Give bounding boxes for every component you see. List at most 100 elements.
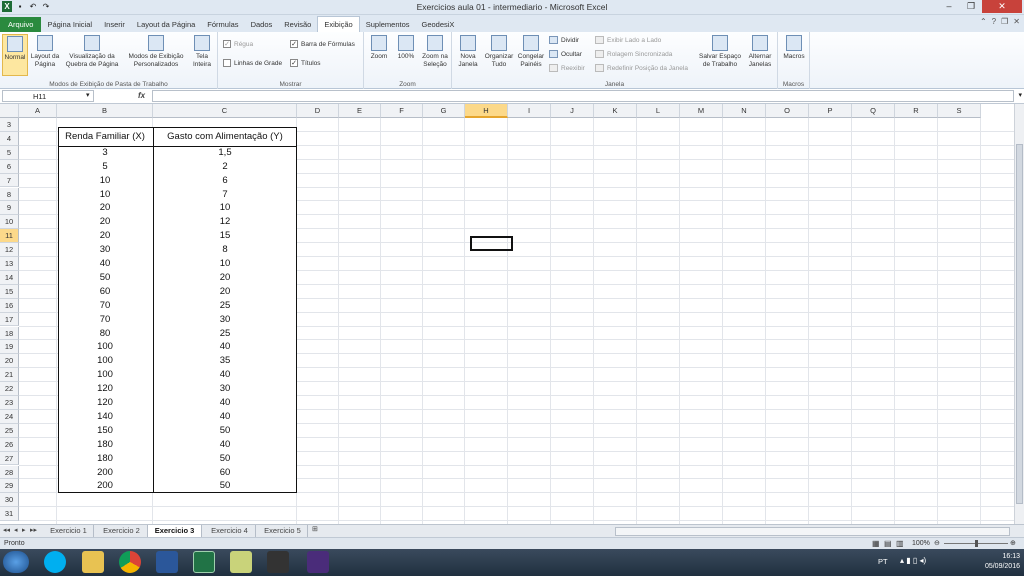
zoom-button[interactable]: Zoom: [368, 34, 390, 61]
name-box-dropdown-icon[interactable]: ▾: [86, 91, 90, 99]
view-layout-icon[interactable]: ▤: [884, 539, 892, 548]
sheet-tab-exercicio-5[interactable]: Exercicio 5: [258, 525, 308, 537]
side-by-side-button[interactable]: Exibir Lado a Lado: [595, 36, 661, 44]
tab-arquivo[interactable]: Arquivo: [0, 17, 42, 32]
normal-view-button[interactable]: Normal: [2, 34, 28, 76]
tray-icons[interactable]: ▴ ▮ ▯ ◂): [900, 556, 926, 565]
row-header-27[interactable]: 27: [0, 451, 19, 466]
view-normal-icon[interactable]: ▦: [872, 539, 880, 548]
chrome-icon[interactable]: [119, 551, 141, 573]
row-header-23[interactable]: 23: [0, 396, 19, 410]
zoom-in-icon[interactable]: ⊕: [1010, 539, 1016, 547]
zoom-slider-thumb[interactable]: [975, 540, 978, 547]
row-header-22[interactable]: 22: [0, 382, 19, 396]
row-header-28[interactable]: 28: [0, 465, 19, 480]
row-header-17[interactable]: 17: [0, 312, 19, 327]
last-sheet-icon[interactable]: ▸▸: [30, 526, 37, 534]
excel-taskbar-icon[interactable]: [193, 551, 215, 573]
help-icon[interactable]: ?: [992, 17, 996, 26]
row-header-31[interactable]: 31: [0, 507, 19, 522]
headings-checkbox[interactable]: ✓ Títulos: [290, 59, 321, 67]
column-header-f[interactable]: F: [381, 104, 423, 118]
formula-input[interactable]: [152, 90, 1014, 102]
zoom-to-selection-button[interactable]: Zoom na Seleção: [420, 34, 450, 68]
column-header-p[interactable]: P: [809, 104, 852, 118]
row-header-10[interactable]: 10: [0, 215, 19, 230]
maximize-icon[interactable]: ❐: [960, 0, 982, 13]
row-header-20[interactable]: 20: [0, 354, 19, 369]
app-icon[interactable]: [267, 551, 289, 573]
split-button[interactable]: Dividir: [549, 36, 579, 44]
language-indicator[interactable]: PT: [878, 557, 888, 566]
row-header-24[interactable]: 24: [0, 409, 19, 424]
row-header-9[interactable]: 9: [0, 201, 19, 216]
row-header-8[interactable]: 8: [0, 187, 19, 202]
prev-sheet-icon[interactable]: ◂: [14, 526, 18, 534]
texmaker-icon[interactable]: [307, 551, 329, 573]
switch-windows-button[interactable]: Alternar Janelas: [745, 34, 775, 68]
row-header-14[interactable]: 14: [0, 270, 19, 285]
freeze-panes-button[interactable]: Congelar Painéis: [516, 34, 546, 68]
sheet-tab-exercicio-3[interactable]: Exercicio 3: [148, 525, 202, 537]
sheet-tab-exercicio-2[interactable]: Exercicio 2: [96, 525, 148, 537]
tab-formulas[interactable]: Fórmulas: [201, 17, 244, 32]
word-icon[interactable]: [156, 551, 178, 573]
column-header-g[interactable]: G: [423, 104, 465, 118]
minimize-ribbon-icon[interactable]: ⌃: [980, 17, 987, 26]
row-header-5[interactable]: 5: [0, 145, 19, 160]
row-header-7[interactable]: 7: [0, 173, 19, 188]
column-header-q[interactable]: Q: [852, 104, 895, 118]
ruler-checkbox[interactable]: ✓ Régua: [223, 40, 253, 48]
column-header-d[interactable]: D: [297, 104, 339, 118]
column-header-k[interactable]: K: [594, 104, 637, 118]
tab-geodesix[interactable]: GeodesiX: [416, 17, 461, 32]
save-workspace-button[interactable]: Salvar Espaço de Trabalho: [697, 34, 743, 68]
row-header-4[interactable]: 4: [0, 131, 19, 146]
horizontal-scrollbar[interactable]: [615, 527, 1010, 536]
restore-icon[interactable]: ❐: [1001, 17, 1008, 26]
column-header-c[interactable]: C: [153, 104, 297, 118]
next-sheet-icon[interactable]: ▸: [22, 526, 26, 534]
minimize-icon[interactable]: –: [938, 0, 960, 13]
new-window-button[interactable]: Nova Janela: [454, 34, 482, 68]
tab-pagina-inicial[interactable]: Página Inicial: [41, 17, 98, 32]
column-header-n[interactable]: N: [723, 104, 766, 118]
row-header-11[interactable]: 11: [0, 229, 19, 244]
start-button-icon[interactable]: [3, 551, 29, 573]
name-box[interactable]: H11: [2, 90, 94, 102]
column-header-r[interactable]: R: [895, 104, 938, 118]
tab-dados[interactable]: Dados: [245, 17, 279, 32]
column-header-j[interactable]: J: [551, 104, 594, 118]
sheet-tab-exercicio-1[interactable]: Exercicio 1: [44, 525, 94, 537]
column-header-h[interactable]: H: [465, 104, 508, 118]
row-header-18[interactable]: 18: [0, 326, 19, 341]
custom-views-button[interactable]: Modos de Exibição Personalizados: [124, 34, 188, 68]
tab-suplementos[interactable]: Suplementos: [360, 17, 416, 32]
select-all-corner[interactable]: [0, 104, 19, 118]
close-icon[interactable]: ✕: [982, 0, 1022, 13]
macros-button[interactable]: Macros: [780, 34, 808, 61]
column-header-m[interactable]: M: [680, 104, 723, 118]
column-header-b[interactable]: B: [57, 104, 153, 118]
row-header-3[interactable]: 3: [0, 118, 19, 132]
full-screen-button[interactable]: Tela Inteira: [190, 34, 214, 68]
zoom-level[interactable]: 100%: [912, 540, 930, 547]
column-header-l[interactable]: L: [637, 104, 680, 118]
folder-icon[interactable]: [230, 551, 252, 573]
formula-bar-checkbox[interactable]: ✓ Barra de Fórmulas: [290, 40, 355, 48]
zoom-out-icon[interactable]: ⊖: [934, 539, 940, 547]
clock[interactable]: 16:13 05/09/2016: [985, 552, 1020, 572]
row-header-21[interactable]: 21: [0, 368, 19, 383]
page-break-button[interactable]: Visualização da Quebra de Página: [62, 34, 122, 68]
file-explorer-icon[interactable]: [82, 551, 104, 573]
tab-layout-da-pagina[interactable]: Layout da Página: [131, 17, 201, 32]
insert-function-icon[interactable]: fx: [138, 91, 145, 100]
first-sheet-icon[interactable]: ◂◂: [3, 526, 10, 534]
tab-exibicao[interactable]: Exibição: [317, 16, 360, 32]
active-cell-selection[interactable]: [470, 236, 513, 251]
row-header-25[interactable]: 25: [0, 423, 19, 438]
sheet-tab-exercicio-4[interactable]: Exercicio 4: [204, 525, 256, 537]
tab-inserir[interactable]: Inserir: [98, 17, 131, 32]
row-header-6[interactable]: 6: [0, 159, 19, 174]
sync-scroll-button[interactable]: Rolagem Sincronizada: [595, 50, 672, 58]
